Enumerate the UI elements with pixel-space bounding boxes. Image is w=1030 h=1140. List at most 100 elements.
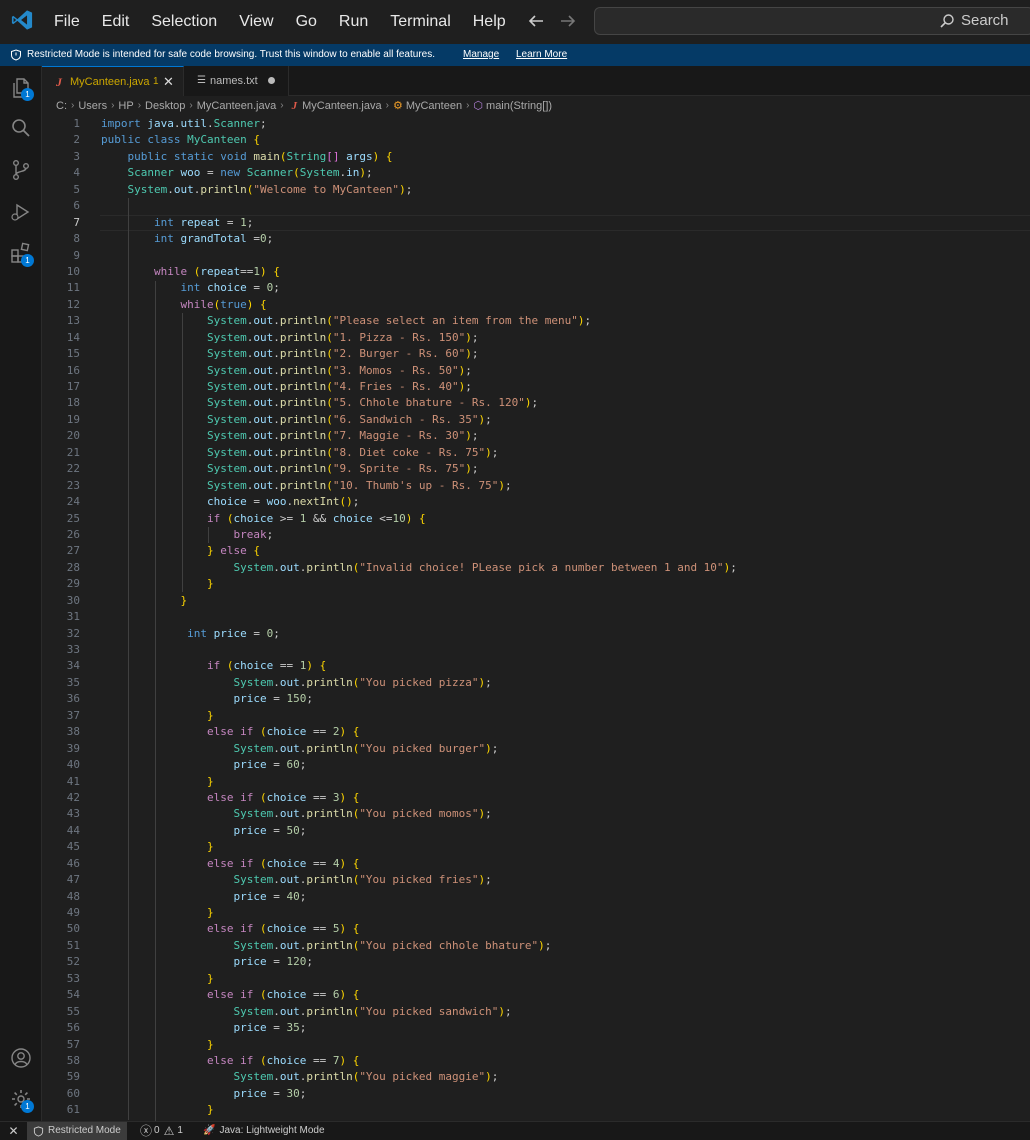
- code-line[interactable]: int grandTotal =0;: [101, 231, 737, 247]
- code-line[interactable]: price = 150;: [101, 691, 737, 707]
- code-line[interactable]: }: [101, 576, 737, 592]
- code-line[interactable]: System.out.println("You picked burger");: [101, 741, 737, 757]
- manage-link[interactable]: Manage: [463, 44, 499, 66]
- menu-edit[interactable]: Edit: [91, 0, 141, 44]
- code-line[interactable]: price = 40;: [101, 889, 737, 905]
- breadcrumb-item[interactable]: HP: [118, 96, 133, 116]
- code-line[interactable]: [101, 609, 737, 625]
- code-line[interactable]: }: [101, 1037, 737, 1053]
- menu-go[interactable]: Go: [285, 0, 328, 44]
- code-line[interactable]: else if (choice == 6) {: [101, 987, 737, 1003]
- code-line[interactable]: public static void main(String[] args) {: [101, 149, 737, 165]
- problems-status[interactable]: ⓧ 0 ⚠ 1: [140, 1122, 183, 1140]
- search-view-icon[interactable]: [9, 116, 33, 140]
- code-line[interactable]: while(true) {: [101, 297, 737, 313]
- code-line[interactable]: if (choice == 1) {: [101, 658, 737, 674]
- code-line[interactable]: }: [101, 1102, 737, 1118]
- code-content[interactable]: import java.util.Scanner; public class My…: [101, 116, 737, 1119]
- breadcrumb-item[interactable]: Users: [78, 96, 107, 116]
- code-line[interactable]: price = 30;: [101, 1086, 737, 1102]
- code-line[interactable]: import java.util.Scanner;: [101, 116, 737, 132]
- code-line[interactable]: else if (choice == 4) {: [101, 856, 737, 872]
- code-line[interactable]: System.out.println("9. Sprite - Rs. 75")…: [101, 461, 737, 477]
- code-line[interactable]: else if (choice == 7) {: [101, 1053, 737, 1069]
- code-line[interactable]: int repeat = 1;: [101, 215, 737, 231]
- code-line[interactable]: System.out.println("10. Thumb's up - Rs.…: [101, 478, 737, 494]
- menu-terminal[interactable]: Terminal: [379, 0, 461, 44]
- unsaved-dot-icon[interactable]: [268, 77, 275, 84]
- code-line[interactable]: System.out.println("4. Fries - Rs. 40");: [101, 379, 737, 395]
- close-icon[interactable]: ✕: [163, 67, 174, 97]
- code-line[interactable]: System.out.println("7. Maggie - Rs. 30")…: [101, 428, 737, 444]
- code-line[interactable]: else if (choice == 2) {: [101, 724, 737, 740]
- code-line[interactable]: if (choice >= 1 && choice <=10) {: [101, 511, 737, 527]
- code-line[interactable]: else if (choice == 3) {: [101, 790, 737, 806]
- code-line[interactable]: System.out.println("Invalid choice! PLea…: [101, 560, 736, 576]
- code-line[interactable]: }: [101, 839, 737, 855]
- restricted-mode-status[interactable]: Restricted Mode: [27, 1122, 127, 1140]
- code-line[interactable]: }: [101, 774, 737, 790]
- java-status[interactable]: 🚀 Java: Lightweight Mode: [203, 1122, 325, 1140]
- code-editor[interactable]: 1 2 3 4 5 6 7 8 9 10 11 12 13 14 15 16 17 18 19 20 21 22 23 24 2…: [42, 116, 1030, 1121]
- code-line[interactable]: public class MyCanteen {: [101, 132, 737, 148]
- remote-indicator[interactable]: ✕: [0, 1122, 27, 1140]
- code-line[interactable]: System.out.println("Welcome to MyCanteen…: [101, 182, 737, 198]
- menu-selection[interactable]: Selection: [140, 0, 228, 44]
- code-line[interactable]: System.out.println("1. Pizza - Rs. 150")…: [101, 330, 737, 346]
- code-line[interactable]: choice = woo.nextInt();: [101, 494, 737, 510]
- code-line[interactable]: [101, 248, 737, 264]
- arrow-left-icon[interactable]: [525, 10, 547, 32]
- breadcrumb-item[interactable]: main(String[]): [486, 96, 552, 116]
- breadcrumb-item[interactable]: MyCanteen: [406, 96, 462, 116]
- tab-mycanteen-java[interactable]: J MyCanteen.java 1 ✕: [42, 66, 184, 96]
- code-line[interactable]: System.out.println("You picked sandwich"…: [101, 1004, 737, 1020]
- method-icon: ⬡: [473, 100, 484, 112]
- code-line[interactable]: else if (choice == 5) {: [101, 921, 737, 937]
- code-line[interactable]: }: [101, 708, 737, 724]
- code-line[interactable]: System.out.println("2. Burger - Rs. 60")…: [101, 346, 737, 362]
- source-control-icon[interactable]: [9, 158, 33, 182]
- code-line[interactable]: Scanner woo = new Scanner(System.in);: [101, 165, 737, 181]
- menu-help[interactable]: Help: [462, 0, 517, 44]
- code-line[interactable]: while (repeat==1) {: [101, 264, 737, 280]
- code-line[interactable]: }: [101, 593, 737, 609]
- code-line[interactable]: System.out.println("8. Diet coke - Rs. 7…: [101, 445, 737, 461]
- code-line[interactable]: } else {: [101, 543, 737, 559]
- code-line[interactable]: int price = 0;: [101, 626, 737, 642]
- code-line[interactable]: System.out.println("You picked pizza");: [101, 675, 737, 691]
- code-line[interactable]: System.out.println("5. Chhole bhature - …: [101, 395, 737, 411]
- menu-view[interactable]: View: [228, 0, 284, 44]
- code-line[interactable]: price = 120;: [101, 954, 737, 970]
- code-line[interactable]: [101, 198, 737, 214]
- java-file-icon: J: [56, 75, 62, 89]
- code-line[interactable]: System.out.println("You picked chhole bh…: [101, 938, 737, 954]
- breadcrumb-item[interactable]: MyCanteen.java: [197, 96, 277, 116]
- account-icon[interactable]: [9, 1046, 33, 1070]
- breadcrumb-item[interactable]: Desktop: [145, 96, 185, 116]
- error-count: 0: [154, 1125, 160, 1136]
- code-line[interactable]: break;: [101, 527, 737, 543]
- run-debug-icon[interactable]: [9, 200, 33, 224]
- code-line[interactable]: price = 35;: [101, 1020, 737, 1036]
- code-line[interactable]: System.out.println("6. Sandwich - Rs. 35…: [101, 412, 737, 428]
- code-line[interactable]: System.out.println("Please select an ite…: [101, 313, 737, 329]
- code-line[interactable]: System.out.println("You picked fries");: [101, 872, 737, 888]
- code-line[interactable]: [101, 642, 737, 658]
- breadcrumb-item[interactable]: C:: [56, 96, 67, 116]
- tab-names-txt[interactable]: ☰ names.txt: [184, 66, 289, 96]
- breadcrumb-item[interactable]: MyCanteen.java: [302, 96, 382, 116]
- code-line[interactable]: int choice = 0;: [101, 280, 737, 296]
- command-center-search[interactable]: Search: [594, 7, 1030, 35]
- code-line[interactable]: }: [101, 971, 737, 987]
- chevron-right-icon: ›: [71, 100, 75, 111]
- menu-file[interactable]: File: [43, 0, 91, 44]
- learn-more-link[interactable]: Learn More: [516, 44, 567, 66]
- arrow-right-icon[interactable]: [557, 10, 579, 32]
- code-line[interactable]: price = 60;: [101, 757, 737, 773]
- code-line[interactable]: price = 50;: [101, 823, 737, 839]
- code-line[interactable]: }: [101, 905, 737, 921]
- code-line[interactable]: System.out.println("3. Momos - Rs. 50");: [101, 363, 737, 379]
- menu-run[interactable]: Run: [328, 0, 379, 44]
- code-line[interactable]: System.out.println("You picked momos");: [101, 806, 737, 822]
- code-line[interactable]: System.out.println("You picked maggie");: [101, 1069, 737, 1085]
